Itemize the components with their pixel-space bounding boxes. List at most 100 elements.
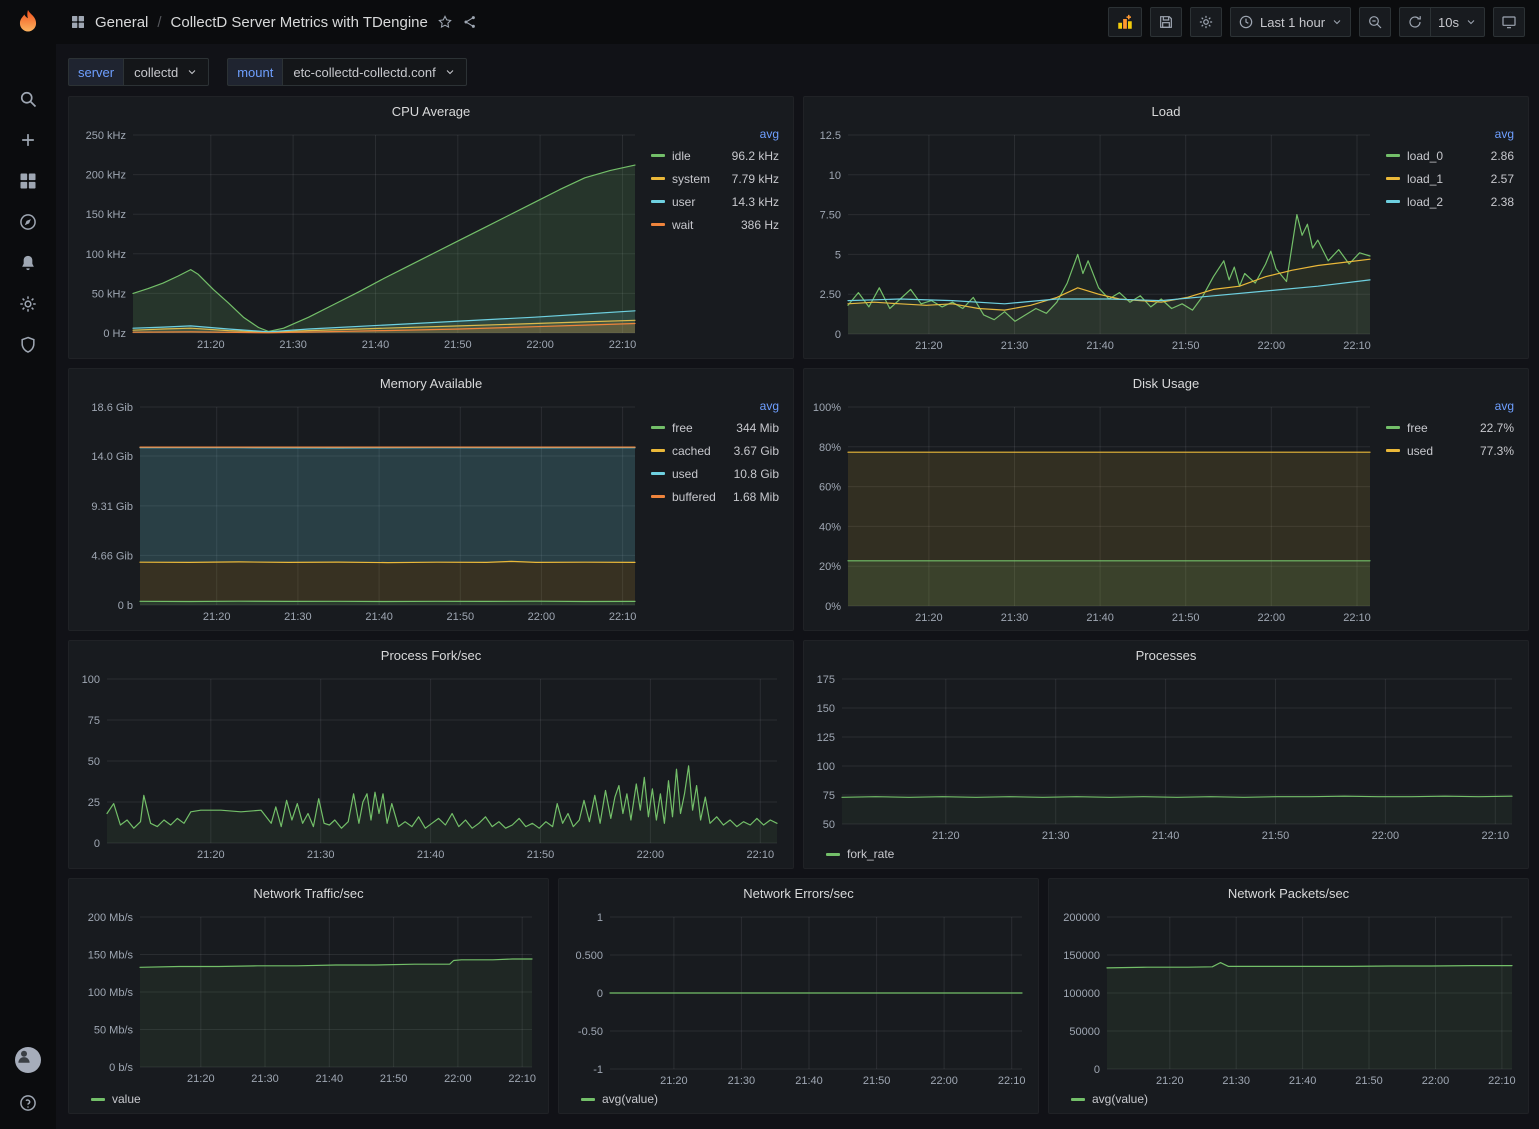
user-avatar[interactable] xyxy=(15,1047,41,1073)
variable-mount-dropdown[interactable]: etc-collectd-collectd.conf xyxy=(282,58,466,86)
legend-item-load_2[interactable]: load_22.38 xyxy=(1386,190,1514,213)
svg-text:21:20: 21:20 xyxy=(915,340,943,352)
panel-title-network-packets[interactable]: Network Packets/sec xyxy=(1049,879,1528,907)
legend-item-avg(value)[interactable]: avg(value) xyxy=(581,1092,658,1106)
svg-text:21:40: 21:40 xyxy=(1086,340,1114,352)
legend-item-load_0[interactable]: load_02.86 xyxy=(1386,144,1514,167)
legend-item-wait[interactable]: wait386 Hz xyxy=(651,213,779,236)
share-icon[interactable] xyxy=(462,14,478,30)
chart-network-traffic[interactable]: 21:2021:3021:4021:5022:0022:100 b/s50 Mb… xyxy=(73,907,544,1091)
svg-text:200000: 200000 xyxy=(1063,912,1100,924)
legend-memory-available: avgfree344 Mibcached3.67 Gibused10.8 Gib… xyxy=(647,397,789,628)
series-color-dash xyxy=(1386,449,1400,452)
series-value: 96.2 kHz xyxy=(732,149,779,163)
variable-mount: mount etc-collectd-collectd.conf xyxy=(227,58,466,86)
chart-network-packets[interactable]: 21:2021:3021:4021:5022:0022:100500001000… xyxy=(1053,907,1524,1091)
chart-processes[interactable]: 21:2021:3021:4021:5022:0022:105075100125… xyxy=(808,669,1524,846)
chart-cpu-average[interactable]: 21:2021:3021:4021:5022:0022:100 Hz50 kHz… xyxy=(73,125,647,356)
legend-network-traffic: value xyxy=(73,1091,544,1111)
series-name: idle xyxy=(672,149,691,163)
server-admin-shield-icon[interactable] xyxy=(18,335,38,355)
chart-network-errors[interactable]: 21:2021:3021:4021:5022:0022:10-1-0.5000.… xyxy=(563,907,1034,1091)
legend-item-buffered[interactable]: buffered1.68 Mib xyxy=(651,485,779,508)
search-icon[interactable] xyxy=(18,89,38,109)
svg-text:22:00: 22:00 xyxy=(930,1075,958,1087)
series-color-dash xyxy=(651,426,665,429)
svg-text:150 kHz: 150 kHz xyxy=(86,209,126,221)
legend-item-free[interactable]: free22.7% xyxy=(1386,416,1514,439)
legend-item-avg(value)[interactable]: avg(value) xyxy=(1071,1092,1148,1106)
svg-text:80%: 80% xyxy=(819,442,841,454)
svg-text:0: 0 xyxy=(835,329,841,341)
variable-server-dropdown[interactable]: collectd xyxy=(123,58,209,86)
panel-title-disk-usage[interactable]: Disk Usage xyxy=(804,369,1528,397)
svg-text:22:10: 22:10 xyxy=(508,1073,536,1085)
chevron-down-icon xyxy=(1465,16,1477,28)
panel-title-memory-available[interactable]: Memory Available xyxy=(69,369,793,397)
chart-process-fork[interactable]: 21:2021:3021:4021:5022:0022:100255075100 xyxy=(73,669,789,866)
alerting-bell-icon[interactable] xyxy=(18,253,38,273)
legend-item-user[interactable]: user14.3 kHz xyxy=(651,190,779,213)
legend-item-system[interactable]: system7.79 kHz xyxy=(651,167,779,190)
breadcrumb-folder[interactable]: General xyxy=(95,14,148,31)
legend-item-value[interactable]: value xyxy=(91,1092,141,1106)
svg-text:22:10: 22:10 xyxy=(998,1075,1026,1087)
panel-title-network-traffic[interactable]: Network Traffic/sec xyxy=(69,879,548,907)
svg-text:21:20: 21:20 xyxy=(187,1073,215,1085)
svg-text:100%: 100% xyxy=(813,402,841,414)
help-icon[interactable] xyxy=(18,1093,38,1113)
chart-load[interactable]: 21:2021:3021:4021:5022:0022:1002.5057.50… xyxy=(808,125,1382,356)
legend-network-packets: avg(value) xyxy=(1053,1091,1524,1111)
legend-item-used[interactable]: used10.8 Gib xyxy=(651,462,779,485)
star-icon[interactable] xyxy=(437,14,453,30)
legend-item-fork_rate[interactable]: fork_rate xyxy=(826,847,894,861)
chart-memory-available[interactable]: 21:2021:3021:4021:5022:0022:100 b4.66 Gi… xyxy=(73,397,647,628)
svg-text:75: 75 xyxy=(88,715,100,727)
svg-text:2.50: 2.50 xyxy=(820,289,841,301)
time-range-picker[interactable]: Last 1 hour xyxy=(1230,7,1351,37)
dashboard-settings-button[interactable] xyxy=(1190,7,1222,37)
series-name: system xyxy=(672,172,710,186)
svg-text:21:50: 21:50 xyxy=(1172,612,1200,624)
svg-text:21:30: 21:30 xyxy=(251,1073,279,1085)
panel-title-processes[interactable]: Processes xyxy=(804,641,1528,669)
create-plus-icon[interactable] xyxy=(18,130,38,150)
panel-title-cpu-average[interactable]: CPU Average xyxy=(69,97,793,125)
legend-processes: fork_rate xyxy=(808,846,1524,866)
panel-title-network-errors[interactable]: Network Errors/sec xyxy=(559,879,1038,907)
svg-text:0 b: 0 b xyxy=(118,600,133,612)
refresh-interval-dropdown[interactable]: 10s xyxy=(1430,7,1485,37)
svg-text:250 kHz: 250 kHz xyxy=(86,130,126,142)
series-value: 14.3 kHz xyxy=(732,195,779,209)
svg-text:-1: -1 xyxy=(593,1064,603,1076)
add-panel-button[interactable] xyxy=(1108,7,1142,37)
legend-item-used[interactable]: used77.3% xyxy=(1386,439,1514,462)
grafana-app: General / CollectD Server Metrics with T… xyxy=(0,0,1539,1129)
panel-title-process-fork[interactable]: Process Fork/sec xyxy=(69,641,793,669)
dashboards-grid-icon[interactable] xyxy=(18,171,38,191)
svg-text:175: 175 xyxy=(817,674,835,686)
explore-compass-icon[interactable] xyxy=(18,212,38,232)
legend-item-idle[interactable]: idle 96.2 kHz xyxy=(651,144,779,167)
panel-cpu-average: CPU Average 21:2021:3021:4021:5022:0022:… xyxy=(68,96,794,359)
panel-title-load[interactable]: Load xyxy=(804,97,1528,125)
save-dashboard-button[interactable] xyxy=(1150,7,1182,37)
refresh-interval-label: 10s xyxy=(1438,15,1459,30)
series-value: 344 Mib xyxy=(736,421,779,435)
legend-item-free[interactable]: free344 Mib xyxy=(651,416,779,439)
legend-item-load_1[interactable]: load_12.57 xyxy=(1386,167,1514,190)
chart-disk-usage[interactable]: 21:2021:3021:4021:5022:0022:100%20%40%60… xyxy=(808,397,1382,628)
series-color-dash xyxy=(1386,154,1400,157)
zoom-out-button[interactable] xyxy=(1359,7,1391,37)
svg-text:21:30: 21:30 xyxy=(1001,612,1029,624)
svg-text:21:30: 21:30 xyxy=(307,849,335,861)
refresh-button[interactable] xyxy=(1399,7,1430,37)
legend-disk-usage: avgfree22.7%used77.3% xyxy=(1382,397,1524,628)
breadcrumb-dashboard-title[interactable]: CollectD Server Metrics with TDengine xyxy=(171,14,428,31)
grafana-logo-icon[interactable] xyxy=(13,8,43,43)
series-color-dash xyxy=(651,200,665,203)
configuration-gear-icon[interactable] xyxy=(18,294,38,314)
svg-text:22:00: 22:00 xyxy=(528,611,556,623)
legend-item-cached[interactable]: cached3.67 Gib xyxy=(651,439,779,462)
cycle-view-mode-button[interactable] xyxy=(1493,7,1525,37)
